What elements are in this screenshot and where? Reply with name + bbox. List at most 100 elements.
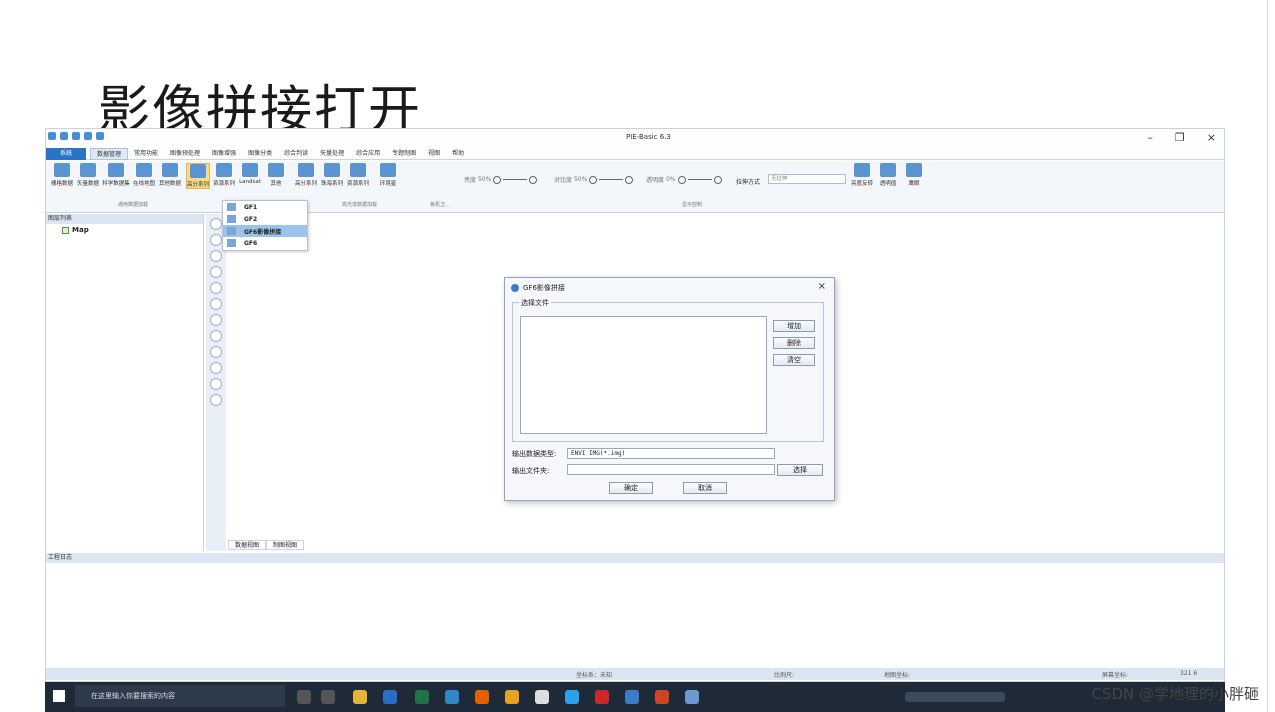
file-explorer-icon[interactable] xyxy=(353,690,367,704)
transparent-icon xyxy=(880,163,896,177)
layer-tree-root[interactable]: Map xyxy=(62,226,89,234)
task-view-icon[interactable] xyxy=(321,690,335,704)
vector-data-button[interactable]: 矢量数据 xyxy=(76,163,100,187)
online-map-button[interactable]: 在线地图 xyxy=(132,163,156,187)
browser-icon[interactable] xyxy=(565,690,579,704)
menu-view[interactable]: 视图 xyxy=(422,148,446,160)
brightness-slider[interactable]: 亮度 50% xyxy=(464,175,538,184)
environment-star-button[interactable]: 环境星 xyxy=(376,163,400,187)
menu-vector[interactable]: 矢量处理 xyxy=(314,148,350,160)
pie-basic-icon[interactable] xyxy=(625,690,639,704)
cortana-icon[interactable] xyxy=(297,690,311,704)
landsat-button[interactable]: Landsat xyxy=(238,163,262,185)
menu-classify[interactable]: 图像分类 xyxy=(242,148,278,160)
new-icon[interactable] xyxy=(60,132,68,140)
menu-interpret[interactable]: 综合判读 xyxy=(278,148,314,160)
save-icon[interactable] xyxy=(84,132,92,140)
clear-button[interactable]: 清空 xyxy=(773,354,815,366)
system-tray-icons[interactable] xyxy=(905,692,1005,702)
full-extent-icon[interactable] xyxy=(210,298,222,310)
fixed-zoom-out-icon[interactable] xyxy=(210,266,222,278)
close-icon[interactable]: × xyxy=(818,281,826,292)
zhuhai-series-button[interactable]: 珠海系列 xyxy=(320,163,344,187)
menu-enhance[interactable]: 图像增强 xyxy=(206,148,242,160)
transparency-slider[interactable]: 透明度 0% xyxy=(646,175,722,184)
ziyuan-series-button[interactable]: 资源系列 xyxy=(212,163,236,187)
transparent-value-button[interactable]: 透明值 xyxy=(876,163,900,187)
menu-common[interactable]: 常用功能 xyxy=(128,148,164,160)
file-list[interactable] xyxy=(520,316,767,434)
plus-icon[interactable] xyxy=(625,175,634,184)
close-icon[interactable]: × xyxy=(1207,131,1216,144)
zoom-out-icon[interactable] xyxy=(210,234,222,246)
app-icon[interactable] xyxy=(685,690,699,704)
hs-ziyuan-button[interactable]: 资源系列 xyxy=(346,163,370,187)
menu-system[interactable]: 系统 xyxy=(46,147,86,160)
zoom-in-icon[interactable] xyxy=(210,218,222,230)
other-satellite-button[interactable]: 其他 xyxy=(264,163,288,187)
taskbar-search[interactable]: 在这里输入你要搜索的内容 xyxy=(75,685,285,707)
redo-icon[interactable] xyxy=(210,394,222,406)
undo-icon[interactable] xyxy=(210,378,222,390)
output-folder-input[interactable] xyxy=(567,464,775,475)
mail-icon[interactable] xyxy=(445,690,459,704)
output-type-select[interactable]: ENVI IMG(*.img) xyxy=(567,448,775,459)
dialog-title: GF6影像拼接 xyxy=(511,283,565,293)
checkbox-icon[interactable] xyxy=(62,226,69,234)
map-coord-label: 地图坐标: xyxy=(884,672,911,679)
wps-icon[interactable] xyxy=(595,690,609,704)
save-as-icon[interactable] xyxy=(96,132,104,140)
plus-icon[interactable] xyxy=(713,175,722,184)
eagle-eye-button[interactable]: 鹰眼 xyxy=(902,163,926,187)
pan-icon[interactable] xyxy=(210,282,222,294)
other-data-button[interactable]: 其他数据 xyxy=(158,163,182,187)
zoom-layer-icon[interactable] xyxy=(210,314,222,326)
powerpoint-icon[interactable] xyxy=(655,690,669,704)
menu-data-management[interactable]: 数据管理 xyxy=(90,147,129,160)
menu-item-gf6-mosaic[interactable]: GF6影像拼接 xyxy=(223,225,307,237)
word-icon[interactable] xyxy=(383,690,397,704)
settings-icon[interactable] xyxy=(535,690,549,704)
minus-icon[interactable] xyxy=(493,175,502,184)
plus-icon[interactable] xyxy=(529,175,538,184)
menu-item-gf1[interactable]: GF1 xyxy=(223,201,307,213)
image-icon xyxy=(227,239,236,247)
output-folder-label: 输出文件夹: xyxy=(512,467,550,475)
menu-preprocess[interactable]: 图像预处理 xyxy=(164,148,206,160)
select-icon[interactable] xyxy=(210,362,222,374)
tab-layout-view[interactable]: 制图视图 xyxy=(266,540,305,550)
hs-gaofen-button[interactable]: 高分系列 xyxy=(294,163,318,187)
windows-start-icon[interactable] xyxy=(53,690,65,702)
minus-icon[interactable] xyxy=(677,175,686,184)
menu-item-gf2[interactable]: GF2 xyxy=(223,213,307,225)
minimize-icon[interactable]: – xyxy=(1147,131,1153,144)
gaofen-series-button[interactable]: 高分系列 xyxy=(186,163,210,189)
tab-data-view[interactable]: 数据视图 xyxy=(228,540,267,550)
coordinate-system: 坐标系：未知 xyxy=(576,672,613,679)
app-icon[interactable] xyxy=(505,690,519,704)
add-button[interactable]: 增加 xyxy=(773,320,815,332)
menu-mapping[interactable]: 专题制图 xyxy=(386,148,422,160)
stretch-dropdown[interactable]: 无拉伸 xyxy=(768,174,846,184)
menu-help[interactable]: 帮助 xyxy=(446,148,470,160)
excel-icon[interactable] xyxy=(415,690,429,704)
output-type-label: 输出数据类型: xyxy=(512,450,557,458)
menu-item-gf6[interactable]: GF6 xyxy=(223,237,307,249)
invert-brightness-button[interactable]: 亮度反转 xyxy=(850,163,874,187)
browse-button[interactable]: 选择 xyxy=(777,464,823,476)
open-icon[interactable] xyxy=(72,132,80,140)
science-data-button[interactable]: 科学数据集 xyxy=(102,163,130,187)
firefox-icon[interactable] xyxy=(475,690,489,704)
identify-icon[interactable] xyxy=(210,330,222,342)
measure-icon[interactable] xyxy=(210,346,222,358)
app-icon xyxy=(48,132,56,140)
contrast-slider[interactable]: 对比度 50% xyxy=(554,175,634,184)
maximize-icon[interactable]: ❐ xyxy=(1175,131,1185,144)
fixed-zoom-in-icon[interactable] xyxy=(210,250,222,262)
menu-application[interactable]: 综合应用 xyxy=(350,148,386,160)
remove-button[interactable]: 删除 xyxy=(773,337,815,349)
cancel-button[interactable]: 取消 xyxy=(683,482,727,494)
raster-data-button[interactable]: 栅格数据 xyxy=(50,163,74,187)
minus-icon[interactable] xyxy=(589,175,598,184)
ok-button[interactable]: 确定 xyxy=(609,482,653,494)
